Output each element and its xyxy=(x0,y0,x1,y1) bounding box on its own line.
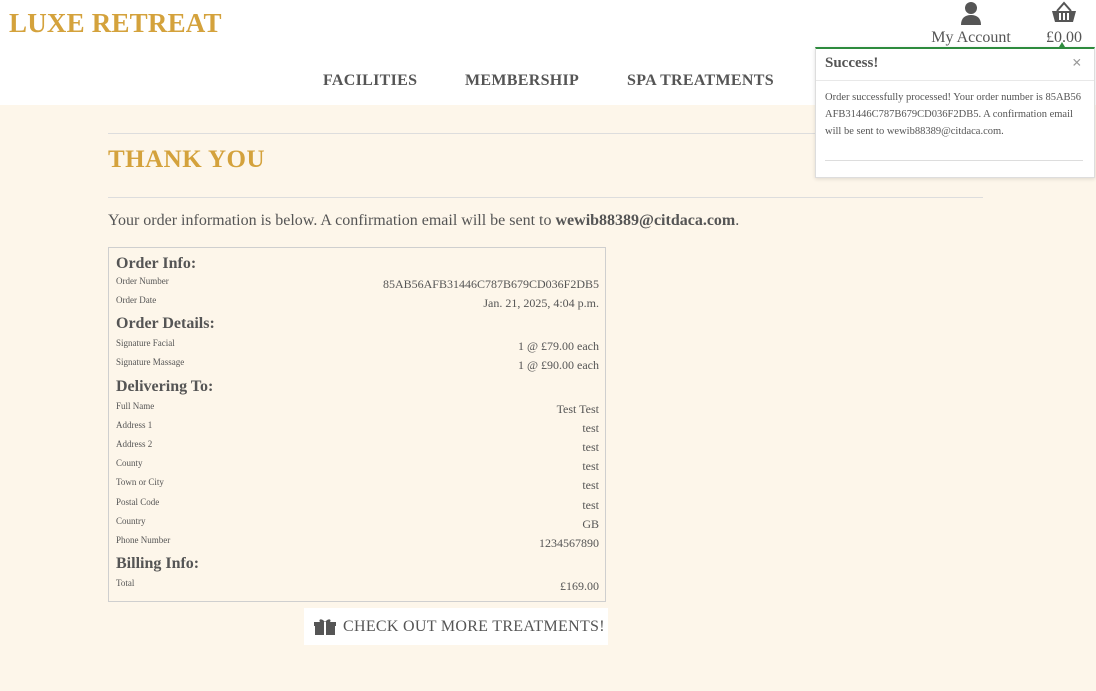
billing-heading: Billing Info: xyxy=(116,555,200,572)
town-value: test xyxy=(582,478,599,492)
cta-label: CHECK OUT MORE TREATMENTS! xyxy=(343,617,605,635)
county-value: test xyxy=(582,459,599,473)
postal-code-value: test xyxy=(582,498,599,512)
close-icon[interactable]: × xyxy=(1072,54,1082,71)
cart-link[interactable]: £0.00 xyxy=(1038,0,1090,47)
item-name: Signature Facial xyxy=(116,338,175,348)
basket-icon xyxy=(1038,0,1090,28)
full-name-value: Test Test xyxy=(556,402,599,416)
toast-message: Order successfully processed! Your order… xyxy=(825,92,1082,137)
total-label: Total xyxy=(116,578,135,588)
intro-text: Your order information is below. A confi… xyxy=(108,212,552,229)
brand-logo[interactable]: LUXE RETREAT xyxy=(9,8,222,39)
address2-label: Address 2 xyxy=(116,439,153,449)
user-icon xyxy=(926,0,1016,28)
address1-label: Address 1 xyxy=(116,420,153,430)
title-divider-bottom xyxy=(108,197,983,198)
order-date-value: Jan. 21, 2025, 4:04 p.m. xyxy=(483,296,599,310)
item-quantity-price: 1 @ £79.00 each xyxy=(517,339,599,353)
toast-title: Success! xyxy=(825,55,879,71)
order-intro-text: Your order information is below. A confi… xyxy=(108,212,739,230)
my-account-label: My Account xyxy=(931,29,1011,46)
order-info-heading: Order Info: xyxy=(116,255,197,272)
toast-arrow xyxy=(1059,42,1065,47)
town-label: Town or City xyxy=(116,477,164,487)
toast-header: Success! × xyxy=(816,49,1094,81)
nav-item-spa-treatments[interactable]: SPA TREATMENTS xyxy=(627,72,774,90)
order-details-heading: Order Details: xyxy=(116,315,215,332)
total-value: £169.00 xyxy=(560,579,599,593)
delivery-heading: Delivering To: xyxy=(116,378,214,395)
order-number-value: 85AB56AFB31446C787B679CD036F2DB5 xyxy=(382,277,599,291)
item-quantity-price: 1 @ £90.00 each xyxy=(517,358,599,372)
postal-code-label: Postal Code xyxy=(116,497,160,507)
address1-value: test xyxy=(582,421,599,435)
page-title: THANK YOU xyxy=(108,146,266,173)
my-account-link[interactable]: My Account xyxy=(926,0,1016,47)
gift-icon xyxy=(314,618,336,636)
country-value: GB xyxy=(582,517,599,531)
item-name: Signature Massage xyxy=(116,357,185,367)
check-out-more-treatments-button[interactable]: CHECK OUT MORE TREATMENTS! xyxy=(304,608,608,645)
nav-item-membership[interactable]: MEMBERSHIP xyxy=(465,72,579,90)
phone-value: 1234567890 xyxy=(539,536,599,550)
order-summary: Order Info: Order Number 85AB56AFB31446C… xyxy=(108,247,606,602)
intro-end: . xyxy=(735,212,740,229)
success-toast: Success! × Order successfully processed!… xyxy=(815,42,1095,178)
full-name-label: Full Name xyxy=(116,401,155,411)
order-date-label: Order Date xyxy=(116,295,157,305)
customer-email: wewib88389@citdaca.com xyxy=(555,212,736,229)
country-label: Country xyxy=(116,516,146,526)
toast-divider xyxy=(825,160,1083,161)
address2-value: test xyxy=(582,440,599,454)
nav-item-facilities[interactable]: FACILITIES xyxy=(323,72,417,90)
county-label: County xyxy=(116,458,143,468)
phone-label: Phone Number xyxy=(116,535,171,545)
order-number-label: Order Number xyxy=(116,276,169,286)
